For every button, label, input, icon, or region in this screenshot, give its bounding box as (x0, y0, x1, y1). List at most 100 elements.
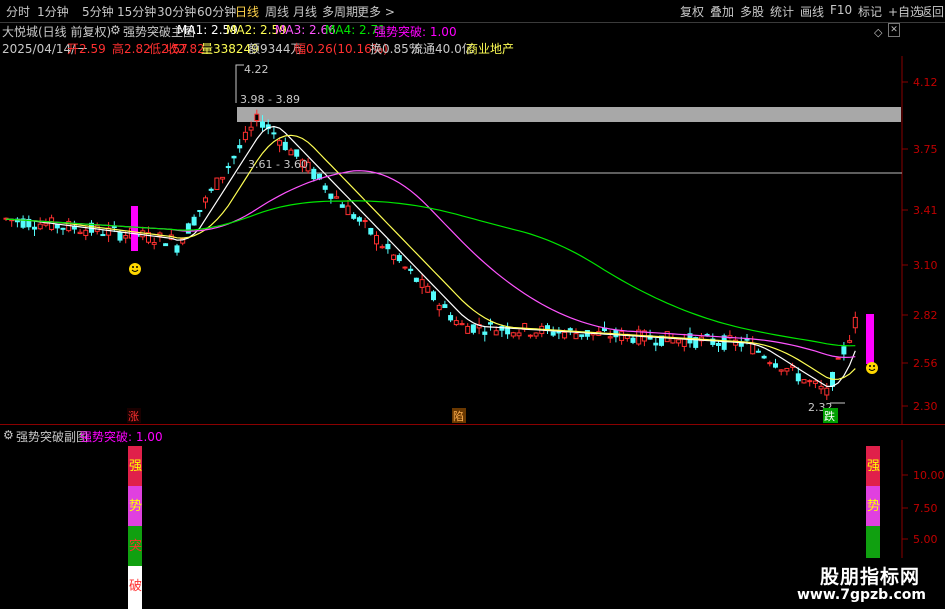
price-tick-label: 3.75 (913, 143, 938, 156)
candle-body (545, 325, 550, 330)
candle-body (140, 230, 146, 238)
btn-fanhui[interactable]: 返回 (920, 3, 944, 20)
btn-fuquan[interactable]: 复权 (680, 3, 704, 20)
smiley-icon (129, 263, 141, 275)
shi-label: 势 (867, 498, 880, 514)
candle-body (231, 155, 237, 159)
candle-body (516, 332, 522, 337)
sub-tick-label: 10.00 (913, 469, 945, 482)
price-tick-label: 4.12 (913, 76, 938, 89)
candle-body (533, 332, 539, 337)
btn-biaoji[interactable]: 标记 (858, 3, 882, 20)
candle-body (562, 331, 568, 339)
candle-body (470, 324, 476, 333)
tab-daily[interactable]: 日线 (235, 3, 259, 20)
candle-body (100, 234, 106, 237)
watermark-title: 股朋指标网 (820, 566, 921, 588)
btn-huaxian[interactable]: 画线 (800, 3, 824, 20)
quote-sector[interactable]: 商业地产 (466, 40, 514, 57)
candle-body (755, 350, 761, 353)
candle-body (391, 254, 397, 260)
candle-body (282, 141, 288, 151)
tab-30min[interactable]: 30分钟 (157, 3, 196, 20)
gear-icon[interactable]: ⚙ (110, 23, 121, 37)
signal-candle (131, 206, 138, 251)
candle-body (111, 226, 117, 229)
xian-label: 陷 (453, 409, 464, 423)
candle-body (778, 369, 784, 372)
close-icon[interactable]: ✕ (888, 23, 900, 37)
candle-body (767, 362, 773, 365)
candle-body (818, 385, 824, 390)
tu-label: 突 (129, 538, 142, 554)
candle-body (32, 226, 37, 230)
resistance-band (237, 107, 901, 122)
candle-body (847, 340, 853, 343)
candle-body (254, 113, 260, 122)
diamond-icon[interactable]: ◇ (874, 26, 882, 39)
btn-tongji[interactable]: 统计 (770, 3, 794, 20)
qiang-label: 强 (867, 459, 880, 474)
candle-body (442, 304, 448, 309)
price-tick-label: 2.56 (913, 357, 938, 370)
tab-15min[interactable]: 15分钟 (117, 3, 156, 20)
quote-high: 高2.82 (112, 42, 151, 56)
sub-tick-label: 5.00 (913, 533, 938, 546)
btn-duogu[interactable]: 多股 (740, 3, 764, 20)
candle-body (151, 242, 157, 245)
main-price-chart[interactable]: 4.12 3.75 3.41 3.10 2.82 2.56 2.30 4.22 3.98 -… (0, 56, 945, 424)
candle-body (573, 333, 579, 340)
candle-body (852, 316, 858, 329)
candle-body (225, 166, 231, 169)
candle-body (716, 343, 721, 346)
candle-body (630, 337, 636, 343)
range-lower-label: 3.61 - 3.60 (248, 158, 308, 171)
signal-value: 强势突破: 1.00 (374, 25, 457, 39)
tab-60min[interactable]: 60分钟 (197, 3, 236, 20)
candle-body (220, 176, 226, 180)
candle-body (277, 140, 283, 146)
candle-body (431, 291, 436, 301)
tab-more[interactable]: 更多 > (357, 3, 395, 20)
tab-multi-period[interactable]: 多周期 (322, 3, 358, 20)
tab-5min[interactable]: 5分钟 (82, 3, 114, 20)
candle-body (345, 205, 351, 216)
candle-body (488, 322, 493, 325)
candle-body (527, 334, 533, 337)
candle-body (322, 185, 328, 190)
pane-divider (0, 424, 945, 425)
price-tick-label: 3.41 (913, 204, 938, 217)
candle-body (807, 380, 813, 383)
candle-body (812, 380, 818, 384)
candle-body (43, 222, 49, 226)
candle-body (448, 315, 454, 321)
stock-title: 大悦城(日线 前复权) (2, 25, 112, 39)
candle-body (294, 149, 300, 157)
candle-body (773, 363, 778, 368)
candle-body (237, 145, 243, 149)
candle-body (396, 255, 402, 262)
candle-body (362, 220, 368, 223)
candle-body (117, 232, 123, 241)
tab-fenshi[interactable]: 分时 (6, 3, 30, 20)
range-upper-label: 3.98 - 3.89 (240, 93, 300, 106)
candle-body (653, 342, 659, 346)
btn-diejia[interactable]: 叠加 (710, 3, 734, 20)
btn-f10[interactable]: F10 (830, 3, 852, 17)
tab-monthly[interactable]: 月线 (293, 3, 317, 20)
signal-candle (866, 314, 874, 364)
candle-body (784, 367, 790, 372)
btn-zixuan[interactable]: +自选 (888, 3, 922, 20)
tab-weekly[interactable]: 周线 (265, 3, 289, 20)
candle-body (721, 335, 727, 350)
candle-body (351, 214, 357, 219)
candle-body (482, 331, 488, 335)
candle-body (197, 209, 203, 212)
candle-body (425, 285, 431, 293)
tab-1min[interactable]: 1分钟 (37, 3, 69, 20)
peak-label: 4.22 (244, 63, 269, 76)
price-tick-label: 2.82 (913, 309, 938, 322)
candle-body (203, 197, 208, 203)
quote-close: 收2.82 (166, 42, 205, 56)
candle-body (356, 217, 362, 222)
